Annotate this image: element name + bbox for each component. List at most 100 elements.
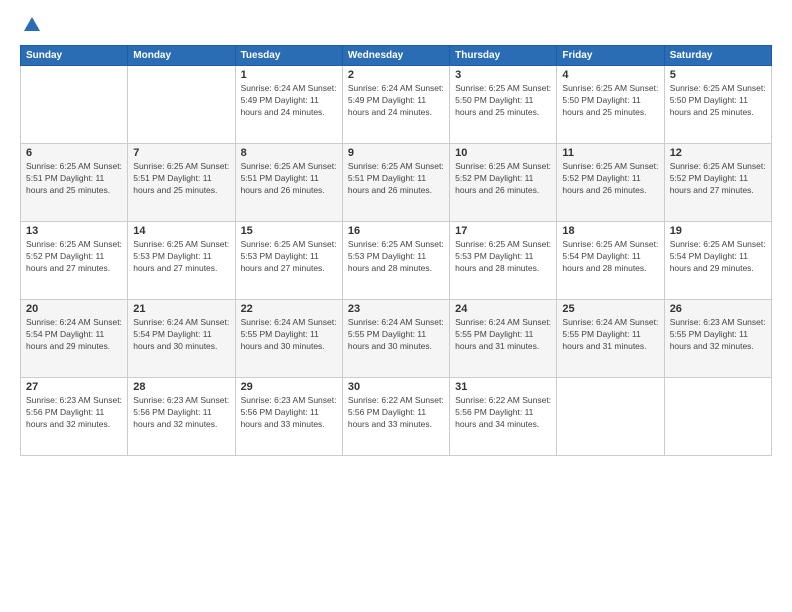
calendar-cell: 9 Sunrise: 6:25 AM Sunset: 5:51 PM Daylig… (342, 144, 449, 222)
day-info: Sunrise: 6:25 AM Sunset: 5:51 PM Dayligh… (133, 161, 229, 197)
day-info: Sunrise: 6:24 AM Sunset: 5:49 PM Dayligh… (241, 83, 337, 119)
calendar-cell: 4Sunrise: 6:25 AM Sunset: 5:50 PM Daylig… (557, 66, 664, 144)
calendar-cell: 3 Sunrise: 6:25 AM Sunset: 5:50 PM Daylig… (450, 66, 557, 144)
calendar-cell: 25Sunrise: 6:24 AM Sunset: 5:55 PM Dayli… (557, 300, 664, 378)
calendar-cell: 12 Sunrise: 6:25 AM Sunset: 5:52 PM Dayli… (664, 144, 771, 222)
day-info: Sunrise: 6:25 AM Sunset: 5:53 PM Dayligh… (133, 239, 229, 275)
logo-icon (22, 15, 42, 35)
day-number: 3 (455, 69, 551, 81)
calendar-cell (128, 66, 235, 144)
day-info: Sunrise: 6:25 AM Sunset: 5:54 PM Dayligh… (670, 239, 766, 275)
calendar-cell: 20Sunrise: 6:24 AM Sunset: 5:54 PM Dayli… (21, 300, 128, 378)
day-info: Sunrise: 6:25 AM Sunset: 5:53 PM Dayligh… (241, 239, 337, 275)
weekday-header-friday: Friday (557, 46, 664, 66)
day-info: Sunrise: 6:25 AM Sunset: 5:52 PM Dayligh… (670, 161, 766, 197)
day-info: Sunrise: 6:24 AM Sunset: 5:54 PM Dayligh… (133, 317, 229, 353)
day-number: 18 (562, 225, 658, 237)
day-info: Sunrise: 6:24 AM Sunset: 5:54 PM Dayligh… (26, 317, 122, 353)
day-number: 19 (670, 225, 766, 237)
week-row-4: 20Sunrise: 6:24 AM Sunset: 5:54 PM Dayli… (21, 300, 772, 378)
calendar-cell: 19 Sunrise: 6:25 AM Sunset: 5:54 PM Dayli… (664, 222, 771, 300)
day-number: 8 (241, 147, 337, 159)
day-info: Sunrise: 6:25 AM Sunset: 5:52 PM Dayligh… (26, 239, 122, 275)
day-info: Sunrise: 6:25 AM Sunset: 5:51 PM Dayligh… (348, 161, 444, 197)
day-number: 14 (133, 225, 229, 237)
day-number: 2 (348, 69, 444, 81)
calendar-cell: 22 Sunrise: 6:24 AM Sunset: 5:55 PM Dayli… (235, 300, 342, 378)
weekday-header-thursday: Thursday (450, 46, 557, 66)
day-number: 1 (241, 69, 337, 81)
weekday-header-tuesday: Tuesday (235, 46, 342, 66)
calendar-cell: 7 Sunrise: 6:25 AM Sunset: 5:51 PM Daylig… (128, 144, 235, 222)
day-info: Sunrise: 6:23 AM Sunset: 5:55 PM Dayligh… (670, 317, 766, 353)
day-info: Sunrise: 6:25 AM Sunset: 5:51 PM Dayligh… (26, 161, 122, 197)
day-info: Sunrise: 6:25 AM Sunset: 5:51 PM Dayligh… (241, 161, 337, 197)
day-number: 10 (455, 147, 551, 159)
weekday-header-sunday: Sunday (21, 46, 128, 66)
day-number: 12 (670, 147, 766, 159)
calendar-cell: 27 Sunrise: 6:23 AM Sunset: 5:56 PM Dayli… (21, 378, 128, 456)
calendar-cell: 30 Sunrise: 6:22 AM Sunset: 5:56 PM Dayli… (342, 378, 449, 456)
day-number: 25 (562, 303, 658, 315)
day-number: 22 (241, 303, 337, 315)
calendar-table: SundayMondayTuesdayWednesdayThursdayFrid… (20, 45, 772, 456)
day-info: Sunrise: 6:22 AM Sunset: 5:56 PM Dayligh… (348, 395, 444, 431)
day-number: 21 (133, 303, 229, 315)
weekday-header-saturday: Saturday (664, 46, 771, 66)
day-number: 27 (26, 381, 122, 393)
weekday-header-monday: Monday (128, 46, 235, 66)
calendar-cell: 11Sunrise: 6:25 AM Sunset: 5:52 PM Dayli… (557, 144, 664, 222)
calendar-cell: 18 Sunrise: 6:25 AM Sunset: 5:54 PM Dayli… (557, 222, 664, 300)
weekday-header-row: SundayMondayTuesdayWednesdayThursdayFrid… (21, 46, 772, 66)
logo (20, 15, 42, 35)
day-number: 16 (348, 225, 444, 237)
day-info: Sunrise: 6:23 AM Sunset: 5:56 PM Dayligh… (133, 395, 229, 431)
day-info: Sunrise: 6:25 AM Sunset: 5:54 PM Dayligh… (562, 239, 658, 275)
calendar-cell: 10 Sunrise: 6:25 AM Sunset: 5:52 PM Dayli… (450, 144, 557, 222)
calendar-cell: 28Sunrise: 6:23 AM Sunset: 5:56 PM Dayli… (128, 378, 235, 456)
calendar-cell: 14 Sunrise: 6:25 AM Sunset: 5:53 PM Dayli… (128, 222, 235, 300)
day-info: Sunrise: 6:25 AM Sunset: 5:53 PM Dayligh… (455, 239, 551, 275)
day-number: 7 (133, 147, 229, 159)
day-info: Sunrise: 6:23 AM Sunset: 5:56 PM Dayligh… (241, 395, 337, 431)
day-info: Sunrise: 6:24 AM Sunset: 5:55 PM Dayligh… (348, 317, 444, 353)
calendar-cell: 15Sunrise: 6:25 AM Sunset: 5:53 PM Dayli… (235, 222, 342, 300)
day-number: 26 (670, 303, 766, 315)
calendar-cell: 31 Sunrise: 6:22 AM Sunset: 5:56 PM Dayli… (450, 378, 557, 456)
day-number: 9 (348, 147, 444, 159)
week-row-2: 6 Sunrise: 6:25 AM Sunset: 5:51 PM Daylig… (21, 144, 772, 222)
calendar-cell: 21 Sunrise: 6:24 AM Sunset: 5:54 PM Dayli… (128, 300, 235, 378)
calendar-cell: 26 Sunrise: 6:23 AM Sunset: 5:55 PM Dayli… (664, 300, 771, 378)
day-info: Sunrise: 6:23 AM Sunset: 5:56 PM Dayligh… (26, 395, 122, 431)
day-number: 13 (26, 225, 122, 237)
day-info: Sunrise: 6:22 AM Sunset: 5:56 PM Dayligh… (455, 395, 551, 431)
day-number: 30 (348, 381, 444, 393)
header (20, 15, 772, 35)
calendar-cell (21, 66, 128, 144)
day-info: Sunrise: 6:24 AM Sunset: 5:49 PM Dayligh… (348, 83, 444, 119)
calendar-cell: 5Sunrise: 6:25 AM Sunset: 5:50 PM Daylig… (664, 66, 771, 144)
day-info: Sunrise: 6:25 AM Sunset: 5:52 PM Dayligh… (455, 161, 551, 197)
day-info: Sunrise: 6:24 AM Sunset: 5:55 PM Dayligh… (455, 317, 551, 353)
calendar-cell: 29 Sunrise: 6:23 AM Sunset: 5:56 PM Dayli… (235, 378, 342, 456)
day-info: Sunrise: 6:25 AM Sunset: 5:52 PM Dayligh… (562, 161, 658, 197)
calendar-cell: 8 Sunrise: 6:25 AM Sunset: 5:51 PM Daylig… (235, 144, 342, 222)
calendar-cell: 23 Sunrise: 6:24 AM Sunset: 5:55 PM Dayli… (342, 300, 449, 378)
page: SundayMondayTuesdayWednesdayThursdayFrid… (0, 0, 792, 612)
calendar-cell: 2 Sunrise: 6:24 AM Sunset: 5:49 PM Daylig… (342, 66, 449, 144)
day-number: 29 (241, 381, 337, 393)
calendar-cell: 13 Sunrise: 6:25 AM Sunset: 5:52 PM Dayli… (21, 222, 128, 300)
day-number: 23 (348, 303, 444, 315)
week-row-3: 13 Sunrise: 6:25 AM Sunset: 5:52 PM Dayli… (21, 222, 772, 300)
day-number: 4 (562, 69, 658, 81)
day-info: Sunrise: 6:25 AM Sunset: 5:50 PM Dayligh… (455, 83, 551, 119)
calendar-cell: 1 Sunrise: 6:24 AM Sunset: 5:49 PM Daylig… (235, 66, 342, 144)
day-info: Sunrise: 6:25 AM Sunset: 5:50 PM Dayligh… (670, 83, 766, 119)
day-info: Sunrise: 6:24 AM Sunset: 5:55 PM Dayligh… (241, 317, 337, 353)
calendar-cell: 17Sunrise: 6:25 AM Sunset: 5:53 PM Dayli… (450, 222, 557, 300)
week-row-1: 1 Sunrise: 6:24 AM Sunset: 5:49 PM Daylig… (21, 66, 772, 144)
calendar-cell: 6 Sunrise: 6:25 AM Sunset: 5:51 PM Daylig… (21, 144, 128, 222)
day-number: 6 (26, 147, 122, 159)
day-number: 31 (455, 381, 551, 393)
weekday-header-wednesday: Wednesday (342, 46, 449, 66)
